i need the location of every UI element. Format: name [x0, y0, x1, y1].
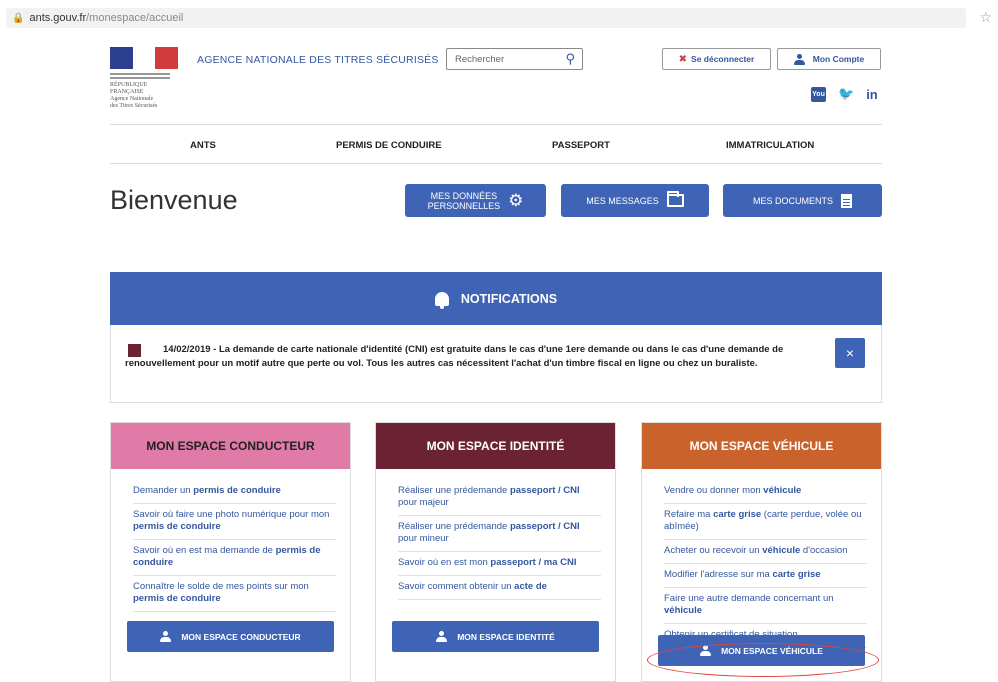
logout-button[interactable]: ✖ Se déconnecter: [662, 48, 771, 70]
card-conducteur-title: MON ESPACE CONDUCTEUR: [111, 423, 350, 469]
search-input[interactable]: Rechercher ⚲: [446, 48, 583, 70]
user-icon: [793, 53, 805, 65]
card-link[interactable]: Savoir où faire une photo numérique pour…: [133, 509, 336, 540]
search-placeholder: Rechercher: [455, 53, 505, 65]
logout-label: Se déconnecter: [691, 54, 755, 64]
card-link[interactable]: Modifier l'adresse sur ma carte grise: [664, 569, 867, 588]
card-link[interactable]: Vendre ou donner mon véhicule: [664, 485, 867, 504]
twitter-icon[interactable]: 🐦: [838, 86, 854, 102]
youtube-icon[interactable]: You: [811, 86, 826, 102]
card-link[interactable]: Réaliser une prédemande passeport / CNI …: [398, 485, 601, 516]
account-label: Mon Compte: [812, 54, 865, 64]
gear-icon: ⚙: [508, 190, 524, 210]
social-links: You 🐦 in: [811, 86, 878, 102]
card-link[interactable]: Savoir où en est ma demande de permis de…: [133, 545, 336, 576]
bell-icon: [434, 291, 449, 309]
card-link[interactable]: Refaire ma carte grise (carte perdue, vo…: [664, 509, 867, 540]
user-icon: [436, 631, 448, 642]
donnees-label-line1: MES DONNÉES: [430, 190, 498, 201]
nav-item-immatriculation[interactable]: IMMATRICULATION: [726, 140, 814, 151]
search-icon[interactable]: ⚲: [565, 51, 575, 67]
card-link[interactable]: Acheter ou recevoir un véhicule d'occasi…: [664, 545, 867, 564]
card-link[interactable]: Réaliser une prédemande passeport / CNI …: [398, 521, 601, 552]
url-path: /monespace/accueil: [86, 12, 184, 24]
address-field[interactable]: 🔒 ants.gouv.fr /monespace/accueil: [6, 8, 966, 28]
agency-name[interactable]: AGENCE NATIONALE DES TITRES SÉCURISÉS: [197, 54, 439, 66]
card-link[interactable]: Faire une autre demande concernant un vé…: [664, 593, 867, 624]
card-vehicule-links: Vendre ou donner mon véhicule Refaire ma …: [642, 469, 881, 648]
espace-vehicule-label: MON ESPACE VÉHICULE: [721, 645, 823, 656]
user-icon: [160, 631, 172, 642]
logo-text: RÉPUBLIQUE FRANÇAISE Agence Nationale de…: [110, 82, 158, 109]
notification-item: 14/02/2019 - La demande de carte nationa…: [110, 325, 882, 403]
card-vehicule-title: MON ESPACE VÉHICULE: [642, 423, 881, 469]
lock-icon: 🔒: [12, 12, 25, 24]
main-nav: ANTS PERMIS DE CONDUIRE PASSEPORT IMMATR…: [110, 136, 882, 156]
documents-label: MES DOCUMENTS: [752, 195, 833, 206]
bookmark-star-icon[interactable]: ☆: [979, 9, 992, 26]
notification-text: 14/02/2019 - La demande de carte nationa…: [125, 344, 784, 369]
card-link[interactable]: Connaître le solde de mes points sur mon…: [133, 581, 336, 612]
messages-label: MES MESSAGES: [586, 195, 659, 206]
folder-icon: [666, 191, 684, 207]
user-icon: [700, 645, 712, 656]
page-title: Bienvenue: [110, 185, 238, 215]
linkedin-icon[interactable]: in: [866, 87, 878, 102]
close-notification-button[interactable]: ×: [835, 338, 865, 368]
espace-vehicule-button[interactable]: MON ESPACE VÉHICULE: [658, 635, 865, 666]
republique-logo[interactable]: RÉPUBLIQUE FRANÇAISE Agence Nationale de…: [110, 47, 180, 122]
nav-item-ants[interactable]: ANTS: [190, 140, 216, 151]
nav-item-passeport[interactable]: PASSEPORT: [552, 140, 610, 151]
close-icon: ✖: [678, 53, 688, 65]
card-identite-links: Réaliser une prédemande passeport / CNI …: [376, 469, 615, 600]
mes-documents-button[interactable]: MES DOCUMENTS: [723, 184, 882, 217]
card-identite-title: MON ESPACE IDENTITÉ: [376, 423, 615, 469]
card-vehicule: MON ESPACE VÉHICULE Vendre ou donner mon…: [641, 422, 882, 682]
espace-identite-button[interactable]: MON ESPACE IDENTITÉ: [392, 621, 599, 652]
divider: [110, 163, 882, 164]
card-identite: MON ESPACE IDENTITÉ Réaliser une prédema…: [375, 422, 616, 682]
flag-icon: [110, 47, 179, 69]
card-link[interactable]: Savoir comment obtenir un acte de: [398, 581, 601, 600]
account-button[interactable]: Mon Compte: [777, 48, 881, 70]
document-icon: [841, 193, 852, 208]
espace-conducteur-button[interactable]: MON ESPACE CONDUCTEUR: [127, 621, 334, 652]
divider: [110, 124, 882, 125]
card-link[interactable]: Demander un permis de conduire: [133, 485, 336, 504]
mes-donnees-button[interactable]: MES DONNÉES PERSONNELLES ⚙: [405, 184, 546, 217]
browser-url-bar: 🔒 ants.gouv.fr /monespace/accueil ☆: [0, 0, 998, 34]
notifications-header: NOTIFICATIONS: [110, 272, 882, 325]
mes-messages-button[interactable]: MES MESSAGES: [561, 184, 709, 217]
card-conducteur: MON ESPACE CONDUCTEUR Demander un permis…: [110, 422, 351, 682]
card-link[interactable]: Savoir où en est mon passeport / ma CNI: [398, 557, 601, 576]
card-conducteur-links: Demander un permis de conduire Savoir où …: [111, 469, 350, 612]
notifications-title: NOTIFICATIONS: [460, 291, 558, 306]
donnees-label-line2: PERSONNELLES: [427, 200, 501, 211]
espace-identite-label: MON ESPACE IDENTITÉ: [457, 631, 555, 642]
nav-item-permis[interactable]: PERMIS DE CONDUIRE: [336, 140, 442, 151]
url-host: ants.gouv.fr: [29, 12, 87, 24]
espace-conducteur-label: MON ESPACE CONDUCTEUR: [181, 631, 301, 642]
